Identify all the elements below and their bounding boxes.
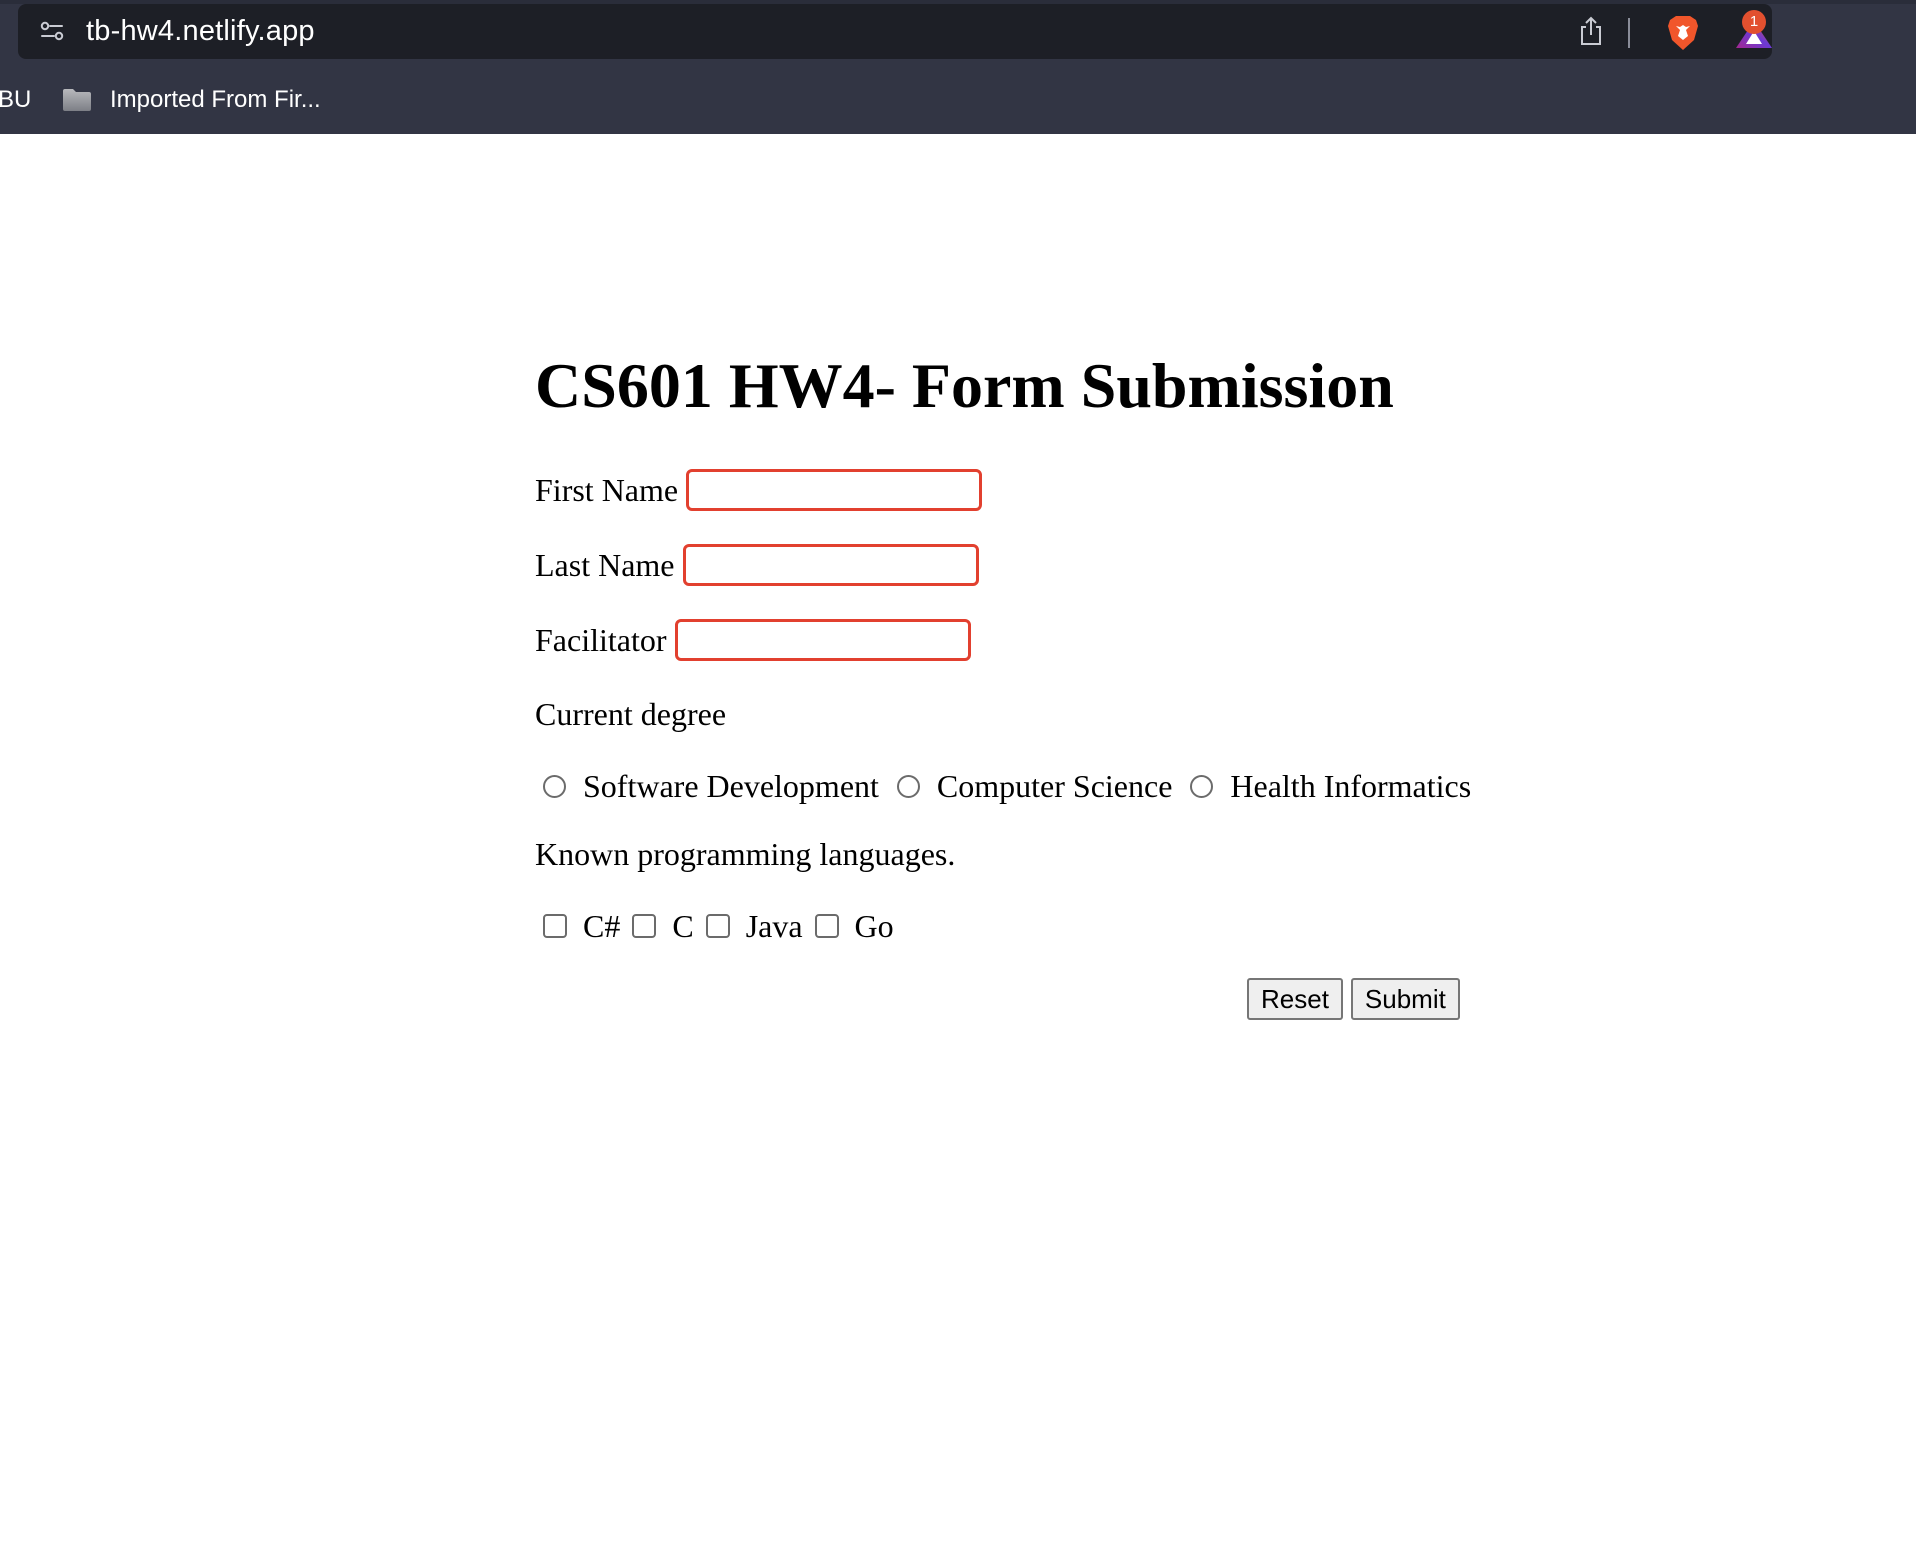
checkbox-label-csharp[interactable]: C#	[583, 908, 620, 945]
toolbar-divider	[1628, 18, 1630, 48]
bookmark-bu[interactable]: BU	[0, 82, 31, 118]
last-name-label: Last Name	[535, 546, 675, 583]
degree-radio-group: Software Development Computer Science He…	[543, 764, 1489, 808]
site-settings-icon[interactable]	[40, 20, 64, 42]
last-name-input[interactable]	[682, 544, 979, 586]
facilitator-label: Facilitator	[535, 621, 667, 658]
languages-section-label: Known programming languages.	[535, 836, 956, 872]
checkbox-csharp[interactable]	[543, 914, 567, 938]
checkbox-label-go[interactable]: Go	[855, 908, 894, 945]
share-icon[interactable]	[1578, 16, 1604, 46]
radio-health-informatics[interactable]	[1190, 774, 1214, 798]
first-name-row: First Name	[535, 468, 983, 512]
checkbox-c[interactable]	[632, 914, 657, 938]
page-title: CS601 HW4- Form Submission	[535, 350, 1394, 421]
page-content: CS601 HW4- Form Submission First Name La…	[0, 134, 1916, 1552]
radio-software-development[interactable]	[543, 774, 566, 798]
form-buttons: Reset Submit	[1247, 978, 1460, 1020]
checkbox-java[interactable]	[705, 914, 730, 938]
radio-computer-science[interactable]	[896, 774, 920, 798]
first-name-label: First Name	[535, 471, 679, 508]
bookmark-folder-label: Imported From Fir...	[110, 86, 321, 113]
checkbox-label-c[interactable]: C	[672, 908, 693, 945]
reset-button[interactable]: Reset	[1247, 978, 1343, 1020]
brave-shields-icon[interactable]	[1666, 14, 1700, 52]
radio-label-health-informatics[interactable]: Health Informatics	[1230, 768, 1471, 805]
submit-button[interactable]: Submit	[1350, 978, 1460, 1020]
degree-section-label: Current degree	[535, 696, 727, 732]
folder-icon	[63, 89, 91, 111]
url-text[interactable]: tb-hw4.netlify.app	[86, 4, 315, 59]
notification-badge: 1	[1742, 10, 1766, 34]
radio-label-software-development[interactable]: Software Development	[583, 768, 879, 805]
last-name-row: Last Name	[535, 543, 979, 587]
first-name-input[interactable]	[686, 469, 983, 511]
address-bar[interactable]: tb-hw4.netlify.app	[18, 4, 1772, 59]
radio-label-computer-science[interactable]: Computer Science	[937, 768, 1172, 805]
checkbox-label-java[interactable]: Java	[746, 908, 803, 945]
facilitator-row: Facilitator	[535, 618, 971, 662]
languages-checkbox-group: C# C Java Go	[543, 904, 906, 948]
facilitator-input[interactable]	[674, 619, 971, 661]
bookmark-folder-imported[interactable]: Imported From Fir...	[62, 82, 321, 118]
checkbox-go[interactable]	[814, 914, 839, 938]
browser-chrome: tb-hw4.netlify.app 1 BU Imported From Fi…	[0, 0, 1916, 134]
